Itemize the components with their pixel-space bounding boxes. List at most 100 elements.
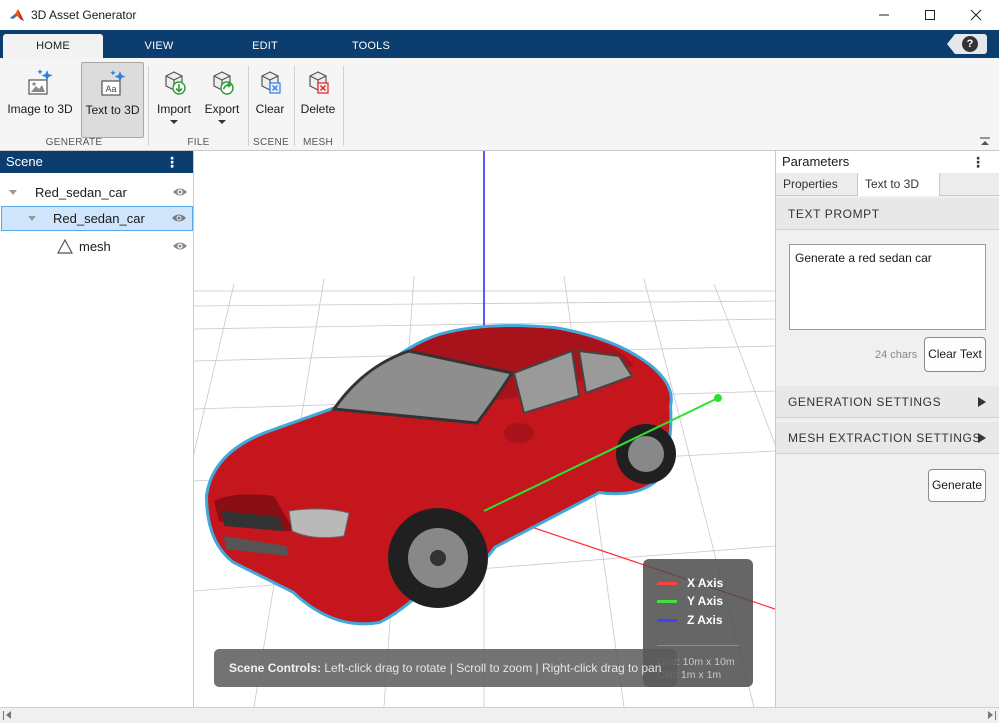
text-to-3d-label: Text to 3D bbox=[85, 103, 140, 117]
collapse-ribbon-icon[interactable] bbox=[979, 136, 991, 148]
mesh-triangle-icon bbox=[57, 239, 73, 254]
clear-scene-icon bbox=[261, 71, 281, 94]
clear-button[interactable]: Clear bbox=[252, 64, 288, 134]
text-prompt-input[interactable]: Generate a red sedan car bbox=[789, 244, 986, 330]
parameters-scrollbar[interactable] bbox=[775, 707, 999, 723]
group-label-mesh: MESH bbox=[302, 137, 334, 148]
export-label: Export bbox=[204, 102, 240, 116]
app-window: 3D Asset Generator HOME VIEW EDIT TOOLS … bbox=[0, 0, 999, 723]
import-dropdown-caret-icon bbox=[170, 120, 178, 124]
scene-controls-hint: Scene Controls: Left-click drag to rotat… bbox=[214, 649, 677, 687]
title-bar: 3D Asset Generator bbox=[0, 0, 999, 30]
mesh-extraction-settings-section[interactable]: MESH EXTRACTION SETTINGS bbox=[776, 422, 999, 454]
image-sparkle-icon bbox=[28, 69, 53, 95]
scroll-left-icon bbox=[6, 711, 11, 719]
ribbon-separator bbox=[343, 66, 344, 146]
delete-button[interactable]: Delete bbox=[298, 64, 338, 134]
y-axis-swatch bbox=[657, 599, 677, 603]
tree-item-label: Red_sedan_car bbox=[35, 185, 127, 200]
tree-item-selected[interactable]: Red_sedan_car bbox=[1, 206, 193, 231]
scroll-end-icon bbox=[995, 711, 996, 720]
tree-item-label: mesh bbox=[79, 239, 111, 254]
expand-arrow-icon bbox=[978, 397, 986, 407]
visibility-eye-icon[interactable] bbox=[172, 186, 188, 198]
generation-settings-section[interactable]: GENERATION SETTINGS bbox=[776, 386, 999, 418]
minimize-button[interactable] bbox=[861, 0, 907, 30]
viewport-scrollbar[interactable] bbox=[194, 707, 775, 723]
tab-tools[interactable]: TOOLS bbox=[331, 34, 411, 58]
visibility-eye-icon[interactable] bbox=[171, 212, 187, 224]
tree-item-mesh[interactable]: mesh bbox=[0, 234, 194, 259]
parameters-panel: Parameters ⋮ Properties Text to 3D TEXT … bbox=[775, 151, 999, 707]
image-to-3d-label: Image to 3D bbox=[7, 102, 73, 116]
parameters-tabs: Properties Text to 3D bbox=[776, 173, 999, 196]
legend-y-axis: Y Axis bbox=[657, 593, 723, 609]
tab-properties[interactable]: Properties bbox=[776, 173, 858, 196]
minimize-icon bbox=[879, 14, 889, 16]
import-label: Import bbox=[156, 102, 191, 116]
parameters-menu-icon[interactable]: ⋮ bbox=[971, 151, 985, 173]
legend-z-label: Z Axis bbox=[687, 613, 723, 627]
window-title: 3D Asset Generator bbox=[31, 8, 137, 22]
group-label-generate: GENERATE bbox=[45, 137, 103, 148]
3d-viewport[interactable]: X Axis Y Axis Z Axis Grid: 10m x 10m Cel… bbox=[194, 151, 775, 707]
help-button[interactable]: ? bbox=[947, 34, 987, 54]
app-logo-icon bbox=[10, 9, 24, 21]
x-axis-swatch bbox=[657, 581, 677, 585]
export-cube-icon bbox=[213, 71, 234, 95]
delete-mesh-icon bbox=[309, 71, 329, 94]
legend-x-label: X Axis bbox=[687, 576, 724, 590]
ribbon-separator bbox=[148, 66, 149, 146]
scene-controls-label: Scene Controls: bbox=[229, 661, 322, 675]
char-count: 24 chars bbox=[875, 349, 918, 361]
ribbon-separator bbox=[294, 66, 295, 146]
export-button[interactable]: Export bbox=[200, 64, 244, 134]
scene-panel-scrollbar[interactable] bbox=[0, 707, 194, 723]
mesh-extraction-settings-title: MESH EXTRACTION SETTINGS bbox=[788, 431, 982, 445]
legend-y-label: Y Axis bbox=[687, 594, 724, 608]
expand-arrow-icon bbox=[978, 433, 986, 443]
group-label-scene: SCENE bbox=[253, 137, 289, 148]
scroll-right-icon bbox=[988, 711, 993, 719]
clear-label: Clear bbox=[255, 102, 285, 116]
scene-panel-header: Scene ⋮ bbox=[0, 151, 193, 173]
clear-text-button[interactable]: Clear Text bbox=[924, 337, 986, 372]
parameters-title: Parameters bbox=[782, 154, 850, 169]
tab-view[interactable]: VIEW bbox=[119, 34, 199, 58]
scene-controls-text: Left-click drag to rotate | Scroll to zo… bbox=[324, 661, 662, 675]
tab-text-to-3d[interactable]: Text to 3D bbox=[858, 173, 940, 196]
text-to-3d-button[interactable]: Aa Text to 3D bbox=[81, 62, 144, 138]
expand-caret-icon[interactable] bbox=[9, 190, 17, 195]
text-sparkle-icon: Aa bbox=[100, 70, 125, 96]
tab-home[interactable]: HOME bbox=[3, 34, 103, 58]
generate-button[interactable]: Generate bbox=[928, 469, 986, 502]
y-axis-handle bbox=[714, 394, 722, 402]
legend-divider bbox=[657, 645, 739, 646]
ribbon-toolbar: Image to 3D Aa Text to 3D GENERATE Impor… bbox=[0, 58, 999, 151]
scene-panel: Scene ⋮ Red_sedan_car Red_sedan_car mesh bbox=[0, 151, 194, 707]
generation-settings-title: GENERATION SETTINGS bbox=[788, 395, 942, 409]
scene-panel-menu-icon[interactable]: ⋮ bbox=[165, 151, 179, 173]
legend-z-axis: Z Axis bbox=[657, 612, 723, 628]
close-button[interactable] bbox=[953, 0, 999, 30]
ribbon-separator bbox=[248, 66, 249, 146]
svg-text:Aa: Aa bbox=[105, 84, 116, 94]
ribbon-tab-strip: HOME VIEW EDIT TOOLS ? bbox=[0, 30, 999, 58]
window-controls bbox=[861, 0, 999, 30]
export-dropdown-caret-icon bbox=[218, 120, 226, 124]
maximize-icon bbox=[925, 10, 935, 20]
tree-item-root[interactable]: Red_sedan_car bbox=[0, 180, 194, 205]
text-prompt-title: TEXT PROMPT bbox=[788, 207, 880, 221]
maximize-button[interactable] bbox=[907, 0, 953, 30]
tab-edit[interactable]: EDIT bbox=[225, 34, 305, 58]
import-button[interactable]: Import bbox=[153, 64, 195, 134]
expand-caret-icon[interactable] bbox=[28, 216, 36, 221]
image-to-3d-button[interactable]: Image to 3D bbox=[4, 64, 76, 134]
parameters-header: Parameters ⋮ bbox=[776, 151, 999, 173]
text-prompt-section-header: TEXT PROMPT bbox=[776, 198, 999, 230]
delete-label: Delete bbox=[300, 102, 336, 116]
visibility-eye-icon[interactable] bbox=[172, 240, 188, 252]
help-icon: ? bbox=[962, 36, 978, 52]
scene-panel-title: Scene bbox=[6, 154, 43, 169]
group-label-file: FILE bbox=[187, 137, 210, 148]
